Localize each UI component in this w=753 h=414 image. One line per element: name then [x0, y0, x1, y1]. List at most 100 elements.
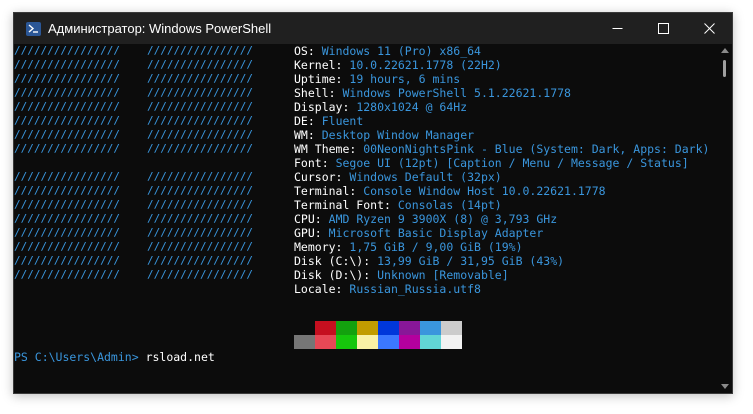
info-separator: : [363, 254, 378, 268]
color-swatch [315, 335, 336, 349]
info-key: GPU [294, 226, 315, 240]
color-swatch [420, 335, 441, 349]
info-separator: : [307, 114, 322, 128]
logo-left-block: //////////////// [14, 254, 120, 267]
scroll-down-arrow-icon[interactable] [721, 384, 729, 389]
info-key: Disk (C:\) [294, 254, 364, 268]
color-swatch [399, 321, 420, 335]
info-value: 1280x1024 @ 64Hz [356, 100, 468, 114]
logo-left-block: //////////////// [14, 100, 120, 113]
info-separator: : [314, 226, 329, 240]
maximize-icon [657, 23, 669, 34]
info-key: WM Theme [294, 142, 350, 156]
info-line: Memory: 1,75 GiB / 9,00 GiB (19%) [294, 240, 709, 254]
info-key: Shell [294, 86, 329, 100]
powershell-icon [26, 21, 41, 36]
window-controls [594, 13, 732, 44]
color-swatch [420, 321, 441, 335]
logo-left-block: //////////////// [14, 86, 120, 99]
logo-right-block: //////////////// [147, 184, 253, 197]
logo-right-block: //////////////// [147, 44, 253, 57]
logo-right-block: //////////////// [147, 212, 253, 225]
logo-left-block: //////////////// [14, 142, 120, 155]
info-separator: : [384, 198, 398, 212]
info-separator: : [335, 72, 350, 86]
info-value: Consolas (14pt) [397, 198, 502, 212]
logo-right-block: //////////////// [147, 100, 253, 113]
info-key: Cursor [294, 170, 336, 184]
color-swatch [378, 335, 399, 349]
info-line: Kernel: 10.0.22621.1778 (22H2) [294, 58, 709, 72]
logo-right-block: //////////////// [147, 268, 253, 281]
info-line: Uptime: 19 hours, 6 mins [294, 72, 709, 86]
powershell-window: Администратор: Windows PowerShell //////… [13, 12, 733, 394]
command-prompt[interactable]: PS C:\Users\Admin> rsload.net [14, 350, 215, 364]
scroll-up-arrow-icon[interactable] [721, 48, 729, 53]
logo-left-block: //////////////// [14, 240, 120, 253]
info-line: Terminal Font: Consolas (14pt) [294, 198, 709, 212]
color-swatch [336, 335, 357, 349]
info-key: Locale [294, 282, 336, 296]
logo-right-block: //////////////// [147, 114, 253, 127]
logo-right-block: //////////////// [147, 58, 253, 71]
logo-left-block: //////////////// [14, 268, 120, 281]
color-swatch [357, 321, 378, 335]
palette-row-bright [294, 335, 462, 349]
info-value: Russian_Russia.utf8 [349, 282, 481, 296]
info-value: AMD Ryzen 9 3900X (8) @ 3,793 GHz [328, 212, 558, 226]
info-key: Memory [294, 240, 336, 254]
logo-left-block: //////////////// [14, 58, 120, 71]
info-value: Desktop Window Manager [321, 128, 475, 142]
terminal-output[interactable]: ////////////////////////////////////////… [14, 44, 718, 393]
info-value: Console Window Host 10.0.22621.1778 [363, 184, 606, 198]
info-separator: : [342, 100, 357, 114]
scrollbar[interactable] [718, 44, 732, 393]
prompt-path: PS C:\Users\Admin> [14, 350, 146, 364]
info-separator: : [328, 86, 343, 100]
info-line: Font: Segoe UI (12pt) [Caption / Menu / … [294, 156, 709, 170]
info-line: Display: 1280x1024 @ 64Hz [294, 100, 709, 114]
info-separator: : [335, 170, 350, 184]
info-line: Cursor: Windows Default (32px) [294, 170, 709, 184]
close-icon [703, 23, 715, 34]
info-value: Unknown [Removable] [377, 268, 509, 282]
logo-left-block: //////////////// [14, 184, 120, 197]
logo-right-block: //////////////// [147, 72, 253, 85]
info-key: Kernel [294, 58, 336, 72]
window-title: Администратор: Windows PowerShell [48, 21, 272, 36]
info-key: Uptime [294, 72, 336, 86]
info-separator: : [349, 142, 364, 156]
info-value: 1,75 GiB / 9,00 GiB (19%) [349, 240, 523, 254]
info-separator: : [349, 184, 364, 198]
info-separator: : [335, 282, 350, 296]
close-button[interactable] [686, 13, 732, 44]
system-info: OS: Windows 11 (Pro) x86_64 Kernel: 10.0.… [294, 44, 709, 296]
info-key: Terminal [294, 184, 350, 198]
color-swatch [399, 335, 420, 349]
info-line: CPU: AMD Ryzen 9 3900X (8) @ 3,793 GHz [294, 212, 709, 226]
info-separator: : [307, 44, 322, 58]
info-line: Disk (D:\): Unknown [Removable] [294, 268, 709, 282]
title-bar[interactable]: Администратор: Windows PowerShell [14, 13, 732, 44]
info-separator: : [335, 240, 350, 254]
info-line: DE: Fluent [294, 114, 709, 128]
color-palette [294, 321, 462, 349]
logo-right-block: //////////////// [147, 198, 253, 211]
info-value: Windows Default (32px) [349, 170, 502, 184]
logo-left-block: //////////////// [14, 212, 120, 225]
info-line: Disk (C:\): 13,99 GiB / 31,95 GiB (43%) [294, 254, 709, 268]
info-key: DE [294, 114, 308, 128]
info-value: 19 hours, 6 mins [349, 72, 461, 86]
minimize-button[interactable] [594, 13, 640, 44]
color-swatch [294, 335, 315, 349]
info-key: Font [294, 156, 322, 170]
logo-right-block: //////////////// [147, 226, 253, 239]
info-separator: : [314, 212, 329, 226]
info-line: WM Theme: 00NeonNightsPink - Blue (Syste… [294, 142, 709, 156]
logo-right-block: //////////////// [147, 86, 253, 99]
minimize-icon [612, 28, 622, 29]
scrollbar-thumb[interactable] [723, 60, 726, 77]
color-swatch [441, 321, 462, 335]
maximize-button[interactable] [640, 13, 686, 44]
palette-row-normal [294, 321, 462, 335]
